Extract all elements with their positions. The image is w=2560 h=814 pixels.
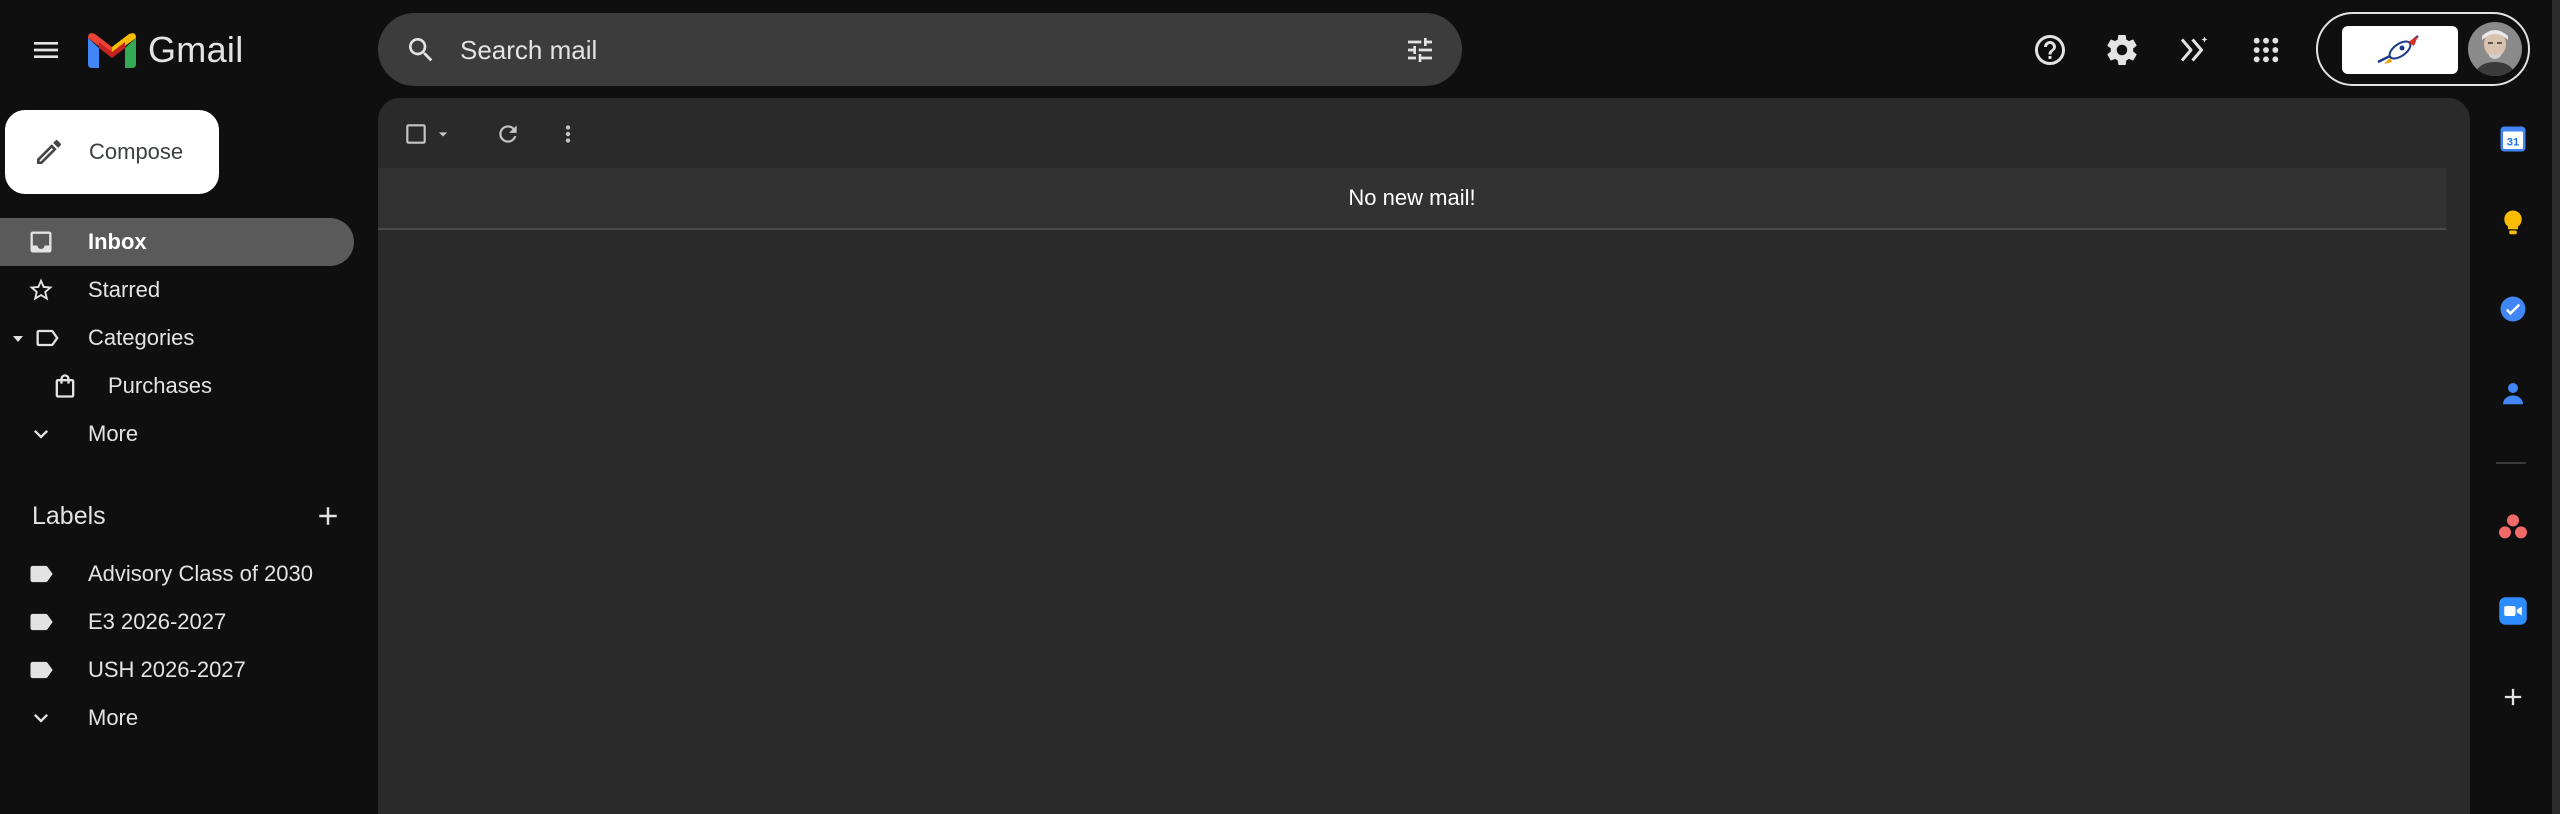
mail-list-panel: No new mail!	[378, 98, 2470, 814]
select-all-button[interactable]	[400, 114, 456, 154]
app-name: Gmail	[148, 29, 244, 70]
chevron-down-icon	[26, 419, 56, 449]
help-icon	[2035, 35, 2065, 65]
support-button[interactable]	[2026, 26, 2074, 74]
hamburger-menu-icon	[34, 42, 58, 58]
plus-icon	[319, 507, 337, 525]
avatar[interactable]	[2468, 22, 2522, 76]
tune-icon	[1408, 38, 1432, 62]
more-vert-icon	[565, 125, 571, 143]
empty-inbox-row: No new mail!	[378, 168, 2446, 230]
google-apps-button[interactable]	[2242, 26, 2290, 74]
refresh-icon	[499, 125, 517, 143]
calendar-day: 31	[2507, 136, 2520, 148]
contacts-app-button[interactable]	[2496, 376, 2530, 410]
sidebar-label-e3[interactable]: E3 2026-2027	[0, 598, 354, 646]
calendar-icon: 31	[2500, 126, 2526, 152]
compose-label: Compose	[89, 139, 184, 164]
tasks-icon	[2500, 296, 2526, 322]
keep-icon	[2504, 210, 2522, 235]
keep-app-button[interactable]	[2496, 206, 2530, 240]
asana-app-button[interactable]	[2496, 510, 2530, 544]
checkbox-icon	[406, 124, 426, 144]
sidebar-labels-more[interactable]: More	[0, 694, 354, 742]
shopping-bag-icon	[50, 371, 80, 401]
get-addons-button[interactable]	[2496, 680, 2530, 714]
gmail-logo[interactable]: Gmail	[88, 26, 244, 74]
sidebar-item-categories[interactable]: Categories	[0, 314, 354, 362]
rocket-logo-icon	[2377, 35, 2419, 64]
main-menu-button[interactable]	[22, 26, 70, 74]
side-panel-divider	[2496, 462, 2526, 464]
contacts-icon	[2503, 383, 2523, 405]
account-switcher[interactable]	[2316, 12, 2530, 86]
refresh-button[interactable]	[488, 114, 528, 154]
label-icon	[26, 655, 56, 685]
zoom-icon	[2499, 597, 2527, 625]
inbox-icon	[26, 227, 56, 257]
label-icon	[26, 607, 56, 637]
search-options-button[interactable]	[1398, 28, 1442, 72]
caret-down-icon[interactable]	[12, 333, 24, 345]
organization-logo	[2342, 26, 2458, 74]
sidebar-item-purchases[interactable]: Purchases	[0, 362, 354, 410]
label-outline-icon	[32, 323, 62, 353]
sidebar-item-starred[interactable]: Starred	[0, 266, 354, 314]
pencil-icon	[29, 132, 69, 172]
calendar-app-button[interactable]: 31	[2496, 122, 2530, 156]
apps-grid-icon	[2253, 37, 2279, 63]
label-icon	[26, 559, 56, 589]
zoom-app-button[interactable]	[2496, 594, 2530, 628]
compose-button[interactable]: Compose	[5, 110, 219, 194]
settings-button[interactable]	[2098, 26, 2146, 74]
empty-inbox-message: No new mail!	[1348, 185, 1476, 210]
chevron-down-icon	[26, 703, 56, 733]
search-icon	[409, 38, 433, 62]
gemini-button[interactable]	[2170, 26, 2218, 74]
caret-down-icon	[438, 132, 448, 137]
add-icon	[2504, 688, 2522, 706]
sidebar-item-more[interactable]: More	[0, 410, 354, 458]
search-bar[interactable]	[378, 13, 1462, 86]
asana-icon	[2499, 514, 2527, 539]
gear-icon	[2107, 34, 2137, 65]
sidebar-label-advisory[interactable]: Advisory Class of 2030	[0, 550, 354, 598]
search-button[interactable]	[400, 29, 442, 71]
search-input[interactable]	[460, 27, 1340, 73]
profile-photo-icon	[2468, 22, 2522, 76]
sparkle-arrows-icon	[2180, 36, 2208, 62]
tasks-app-button[interactable]	[2496, 292, 2530, 326]
sidebar-item-inbox[interactable]: Inbox	[0, 218, 354, 266]
more-options-button[interactable]	[548, 114, 588, 154]
star-icon	[26, 275, 56, 305]
create-label-button[interactable]	[308, 496, 348, 536]
labels-heading: Labels	[32, 502, 106, 530]
gmail-m-icon	[88, 33, 136, 68]
window-edge	[2552, 0, 2560, 814]
sidebar-label-ush[interactable]: USH 2026-2027	[0, 646, 354, 694]
